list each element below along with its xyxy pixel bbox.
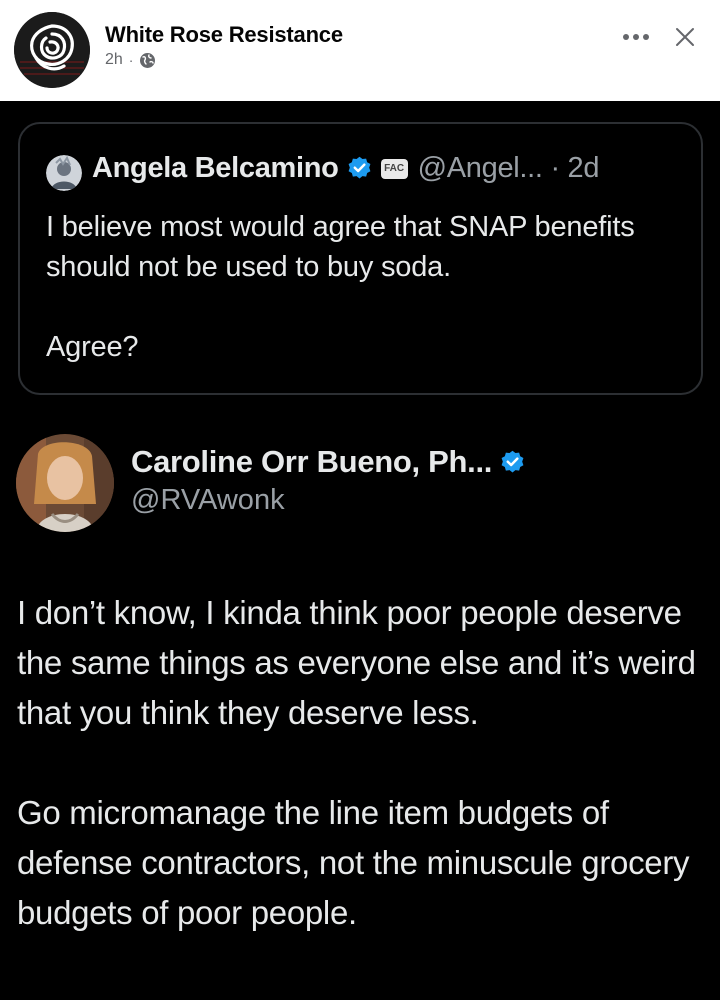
reply-author-avatar bbox=[16, 434, 114, 532]
meta-separator: · bbox=[128, 52, 134, 68]
page-name[interactable]: White Rose Resistance bbox=[105, 22, 343, 48]
rose-logo-icon bbox=[14, 12, 90, 88]
reply-tweet: Caroline Orr Bueno, Ph... @RVAwonk I don… bbox=[0, 101, 720, 1000]
post-time[interactable]: 2h bbox=[105, 51, 123, 69]
more-horizontal-icon bbox=[623, 34, 649, 40]
more-options-button[interactable] bbox=[616, 24, 656, 50]
reply-tweet-text: I don’t know, I kinda think poor people … bbox=[17, 594, 696, 931]
post-header: White Rose Resistance 2h · bbox=[0, 0, 720, 101]
globe-icon bbox=[139, 52, 156, 69]
reply-author-name: Caroline Orr Bueno, Ph... bbox=[131, 444, 493, 479]
reply-tweet-header: Caroline Orr Bueno, Ph... bbox=[131, 444, 526, 480]
page-avatar[interactable] bbox=[14, 12, 90, 88]
verified-badge-icon bbox=[499, 449, 526, 476]
post-meta: 2h · bbox=[105, 51, 156, 69]
close-button[interactable] bbox=[668, 20, 702, 54]
tweet-screenshot: Angela Belcamino FAC @Angel... · 2d I be… bbox=[0, 101, 720, 1000]
reply-author-handle: @RVAwonk bbox=[131, 484, 285, 516]
close-icon bbox=[676, 28, 694, 46]
